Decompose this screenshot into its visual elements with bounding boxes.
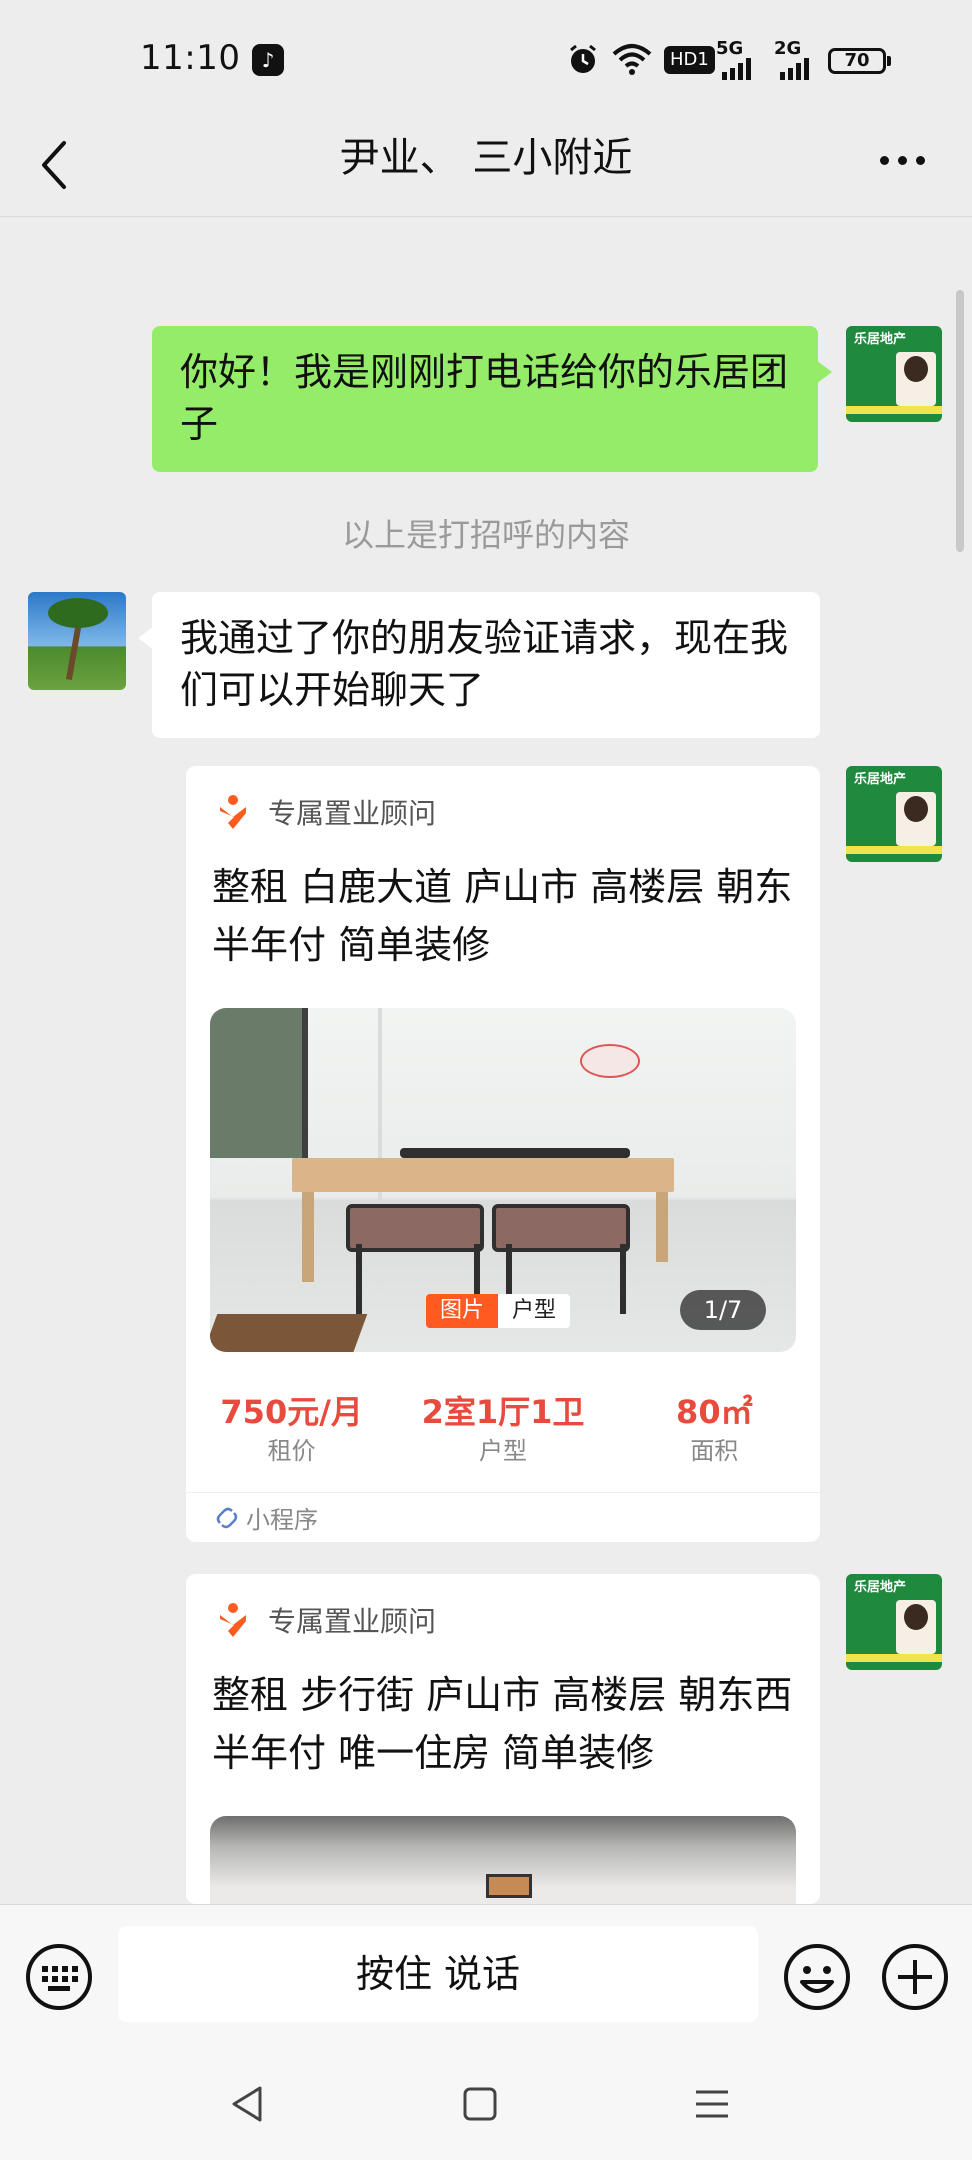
system-note: 以上是打招呼的内容: [341, 516, 630, 554]
listing-title: 整租 白鹿大道 庐山市 高楼层 朝东 半年付 简单装修: [212, 865, 793, 967]
stat-value: 80㎡: [676, 1393, 753, 1431]
my-message-text: 你好！我是刚刚打电话给你的乐居团子: [180, 350, 789, 446]
status-time: 11:10: [140, 38, 241, 78]
stat-rent: 750元/月 租价: [186, 1390, 397, 1468]
network-2g-label: 2G: [774, 38, 802, 59]
stat-label: 户型: [478, 1437, 527, 1465]
battery-tip: [887, 56, 891, 66]
advisor-logo-icon: [220, 795, 246, 829]
card-source-label: 专属置业顾问: [268, 1605, 437, 1638]
photo-tab-switch: 图片 户型: [426, 1294, 571, 1328]
listing-photo[interactable]: 图片 户型 1/7: [210, 1008, 796, 1352]
avatar-strip: [846, 406, 942, 414]
photo-chair-leg: [356, 1244, 362, 1314]
hold-to-talk-button[interactable]: 按住 说话: [118, 1926, 758, 2022]
photo-table-leg: [302, 1192, 314, 1282]
photo-wall-clock: [580, 1044, 640, 1078]
photo-chair-seat: [346, 1204, 484, 1252]
nav-recents-icon[interactable]: [690, 2082, 734, 2126]
status-bar: 11:10 ♪ HD1 5G 2G 70: [0, 0, 972, 120]
my-message-bubble[interactable]: 你好！我是刚刚打电话给你的乐居团子: [152, 326, 832, 472]
hd-voice-badge: HD1: [664, 46, 715, 74]
palm-tree-leaves: [48, 598, 108, 628]
photo-chair-leg: [620, 1244, 626, 1314]
emoji-icon[interactable]: [782, 1942, 852, 2012]
photo-ceiling-lamp: [486, 1874, 532, 1898]
more-options-icon[interactable]: [880, 148, 930, 172]
stat-layout: 2室1厅1卫 户型: [397, 1390, 608, 1468]
mini-program-icon: [216, 1507, 238, 1528]
card-source-label: 专属置业顾问: [268, 797, 437, 830]
stat-value: 750元/月: [220, 1393, 363, 1431]
chat-title: 尹业、 三小附近: [339, 135, 633, 181]
battery-indicator: 70: [828, 48, 886, 74]
avatar-brand-text: 乐居地产: [854, 332, 907, 347]
photo-table-leg: [656, 1192, 668, 1262]
avatar-brand-text: 乐居地产: [854, 1580, 907, 1595]
listing-stats: 750元/月 租价 2室1厅1卫 户型 80㎡ 面积: [186, 1390, 820, 1468]
contact-message-text: 我通过了你的朋友验证请求，现在我们可以开始聊天了: [180, 616, 789, 712]
mini-program-label: 小程序: [246, 1506, 318, 1534]
tiktok-notification-icon: ♪: [252, 44, 284, 76]
tab-photos[interactable]: 图片: [426, 1294, 499, 1328]
nav-back-icon[interactable]: [226, 2082, 270, 2126]
contact-avatar[interactable]: [28, 592, 126, 690]
photo-table-top: [292, 1158, 674, 1192]
avatar-brand-text: 乐居地产: [854, 772, 907, 787]
advisor-logo-icon: [220, 1603, 246, 1637]
tab-floorplan[interactable]: 户型: [498, 1294, 571, 1328]
my-avatar[interactable]: 乐居地产: [846, 326, 942, 422]
add-attachment-icon[interactable]: [880, 1942, 950, 2012]
alarm-icon: [566, 42, 600, 76]
contact-message-bubble[interactable]: 我通过了你的朋友验证请求，现在我们可以开始聊天了: [138, 592, 820, 738]
avatar-strip: [846, 1654, 942, 1662]
card-header: 专属置业顾问: [216, 1600, 436, 1640]
photo-floor-board: [210, 1314, 368, 1352]
stat-label: 租价: [267, 1437, 316, 1465]
photo-chair-seat: [492, 1204, 630, 1252]
photo-window: [210, 1008, 308, 1158]
stat-value: 2室1厅1卫: [421, 1393, 585, 1431]
keyboard-icon[interactable]: [24, 1942, 94, 2012]
listing-photo[interactable]: [210, 1816, 796, 1904]
wifi-icon: [612, 42, 652, 76]
avatar-portrait: [896, 792, 936, 846]
avatar-strip: [846, 846, 942, 854]
stat-area: 80㎡ 面积: [609, 1390, 820, 1468]
network-5g-label: 5G: [716, 38, 744, 59]
signal-bars-icon: [722, 58, 751, 80]
my-avatar[interactable]: 乐居地产: [846, 1574, 942, 1670]
signal-bars-icon-2: [780, 58, 809, 80]
avatar-portrait: [896, 1600, 936, 1654]
card-header: 专属置业顾问: [216, 792, 436, 832]
mini-program-footer: 小程序: [186, 1492, 820, 1542]
nav-home-icon[interactable]: [458, 2082, 502, 2126]
listing-card[interactable]: 专属置业顾问 整租 白鹿大道 庐山市 高楼层 朝东 半年付 简单装修 图片 户型…: [186, 766, 820, 1542]
photo-counter: 1/7: [680, 1290, 766, 1330]
listing-title: 整租 步行街 庐山市 高楼层 朝东西 半年付 唯一住房 简单装修: [212, 1673, 793, 1775]
stat-label: 面积: [690, 1437, 739, 1465]
my-avatar[interactable]: 乐居地产: [846, 766, 942, 862]
listing-card[interactable]: 专属置业顾问 整租 步行街 庐山市 高楼层 朝东西 半年付 唯一住房 简单装修: [186, 1574, 820, 1904]
avatar-portrait: [896, 352, 936, 406]
photo-chair-back: [500, 1148, 630, 1158]
back-arrow-icon[interactable]: [36, 135, 76, 195]
